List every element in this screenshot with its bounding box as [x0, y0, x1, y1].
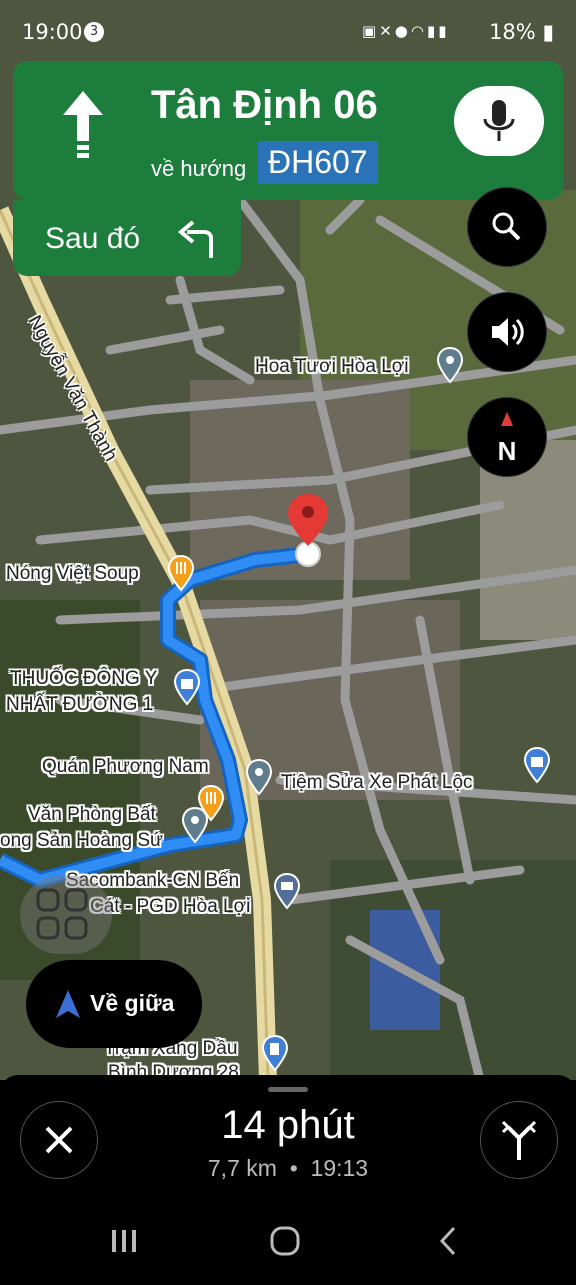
- place-label[interactable]: Văn Phòng Bất: [28, 804, 156, 826]
- status-bar: 19:00 3 ▣✕●◠▮▮ 18% ▮: [0, 0, 576, 60]
- location-icon: ●: [394, 22, 411, 40]
- alternate-routes-button[interactable]: [480, 1101, 558, 1179]
- sound-icon: [492, 318, 524, 346]
- back-icon[interactable]: [439, 1226, 456, 1256]
- compass-button[interactable]: N: [467, 397, 547, 477]
- microphone-icon: [483, 100, 515, 141]
- media-icon: ▣: [362, 22, 380, 40]
- microphone-button[interactable]: [454, 86, 544, 156]
- signal-icon: ▮: [438, 22, 450, 40]
- restaurant-icon[interactable]: [166, 554, 196, 592]
- compass-icon: N: [498, 412, 517, 466]
- place-label[interactable]: THUỐC ĐÔNG Y: [10, 668, 157, 690]
- bank-icon[interactable]: [272, 872, 302, 912]
- shopping-bag-icon[interactable]: [522, 746, 552, 786]
- search-button[interactable]: [467, 187, 547, 267]
- place-label[interactable]: Hoa Tươi Hòa Lợi: [255, 356, 408, 378]
- recenter-button[interactable]: Về giữa: [26, 960, 202, 1048]
- place-label[interactable]: ong Sản Hoàng Sứ: [0, 830, 163, 852]
- sheet-drag-handle[interactable]: [268, 1087, 308, 1092]
- separator-dot: •: [289, 1155, 298, 1181]
- mute-icon: ✕: [379, 22, 395, 40]
- toward-label: về hướng: [151, 156, 247, 181]
- home-icon[interactable]: [270, 1226, 300, 1256]
- pin-icon[interactable]: [244, 758, 274, 798]
- place-label[interactable]: Tiệm Sửa Xe Phát Lộc: [281, 772, 473, 794]
- status-time: 19:00: [22, 20, 83, 44]
- sound-button[interactable]: [467, 292, 547, 372]
- then-label: Sau đó: [45, 222, 141, 255]
- place-label[interactable]: Nóng Việt Soup: [6, 563, 139, 585]
- battery-icon: ▮: [542, 20, 554, 44]
- battery-level: 18% ▮: [489, 20, 554, 44]
- notification-count-badge: 3: [84, 22, 104, 42]
- place-label[interactable]: NHẤT ĐƯỜNG 1: [6, 694, 153, 716]
- route-options-icon: [501, 1120, 537, 1160]
- place-label[interactable]: Cát - PGD Hòa Lợi: [90, 896, 250, 918]
- straight-arrow-icon: [63, 91, 103, 158]
- street-name: Tân Định 06: [151, 83, 378, 127]
- navigation-arrow-icon: [56, 990, 80, 1018]
- recent-apps-icon[interactable]: [112, 1230, 136, 1252]
- gas-station-icon[interactable]: [260, 1034, 290, 1074]
- trip-arrival-time: 19:13: [310, 1155, 369, 1181]
- wifi-icon: ◠: [410, 22, 427, 40]
- toward-road-chip: ĐH607: [258, 141, 378, 184]
- then-instruction-card[interactable]: Sau đó: [13, 200, 241, 276]
- trip-distance: 7,7 km: [207, 1155, 277, 1181]
- shopping-bag-icon[interactable]: [172, 668, 202, 706]
- place-label[interactable]: Quán Phương Nam: [42, 756, 209, 778]
- status-icons: ▣✕●◠▮▮: [362, 22, 449, 40]
- compass-label: N: [498, 436, 517, 466]
- pin-icon[interactable]: [180, 806, 210, 846]
- system-navigation-bar: [0, 1200, 576, 1280]
- destination-pin-icon[interactable]: [282, 490, 334, 570]
- layers-icon: [36, 888, 88, 940]
- pin-icon[interactable]: [436, 346, 464, 384]
- layers-button[interactable]: [20, 876, 112, 954]
- recenter-label: Về giữa: [90, 990, 175, 1016]
- battery-percent: 18%: [489, 20, 536, 44]
- turn-left-arrow-icon: [177, 220, 213, 258]
- signal-icon: ▮: [426, 22, 439, 40]
- search-icon: [492, 212, 521, 241]
